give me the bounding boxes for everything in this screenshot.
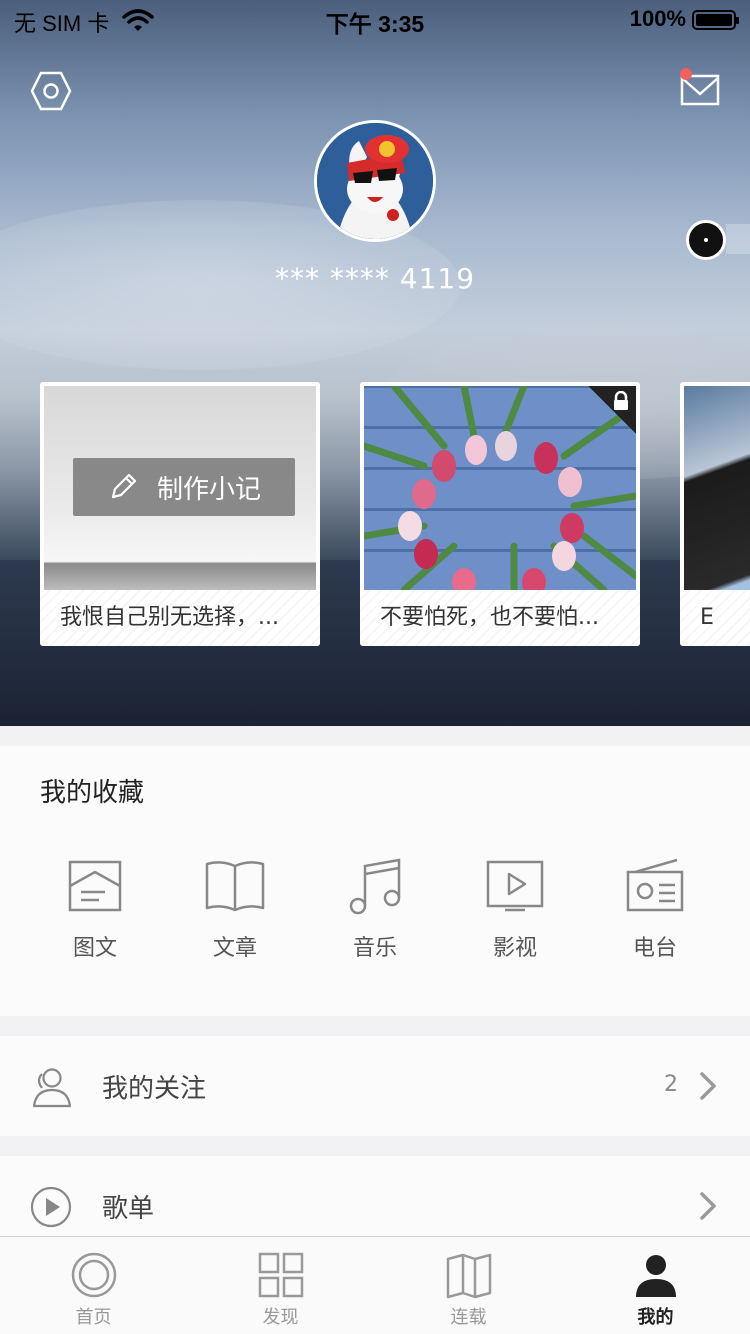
- card-caption: E: [680, 590, 750, 646]
- battery-percentage: 100%: [629, 6, 686, 31]
- tab-label: 我的: [637, 1307, 674, 1328]
- collection-item-label: 图文: [72, 936, 117, 961]
- lock-icon: [588, 386, 636, 434]
- play-circle-icon: [30, 1186, 72, 1228]
- tab-discover[interactable]: 发现: [187, 1237, 374, 1334]
- person-icon: [632, 1251, 680, 1299]
- chevron-right-icon: [698, 1070, 718, 1102]
- collection-item-label: 音乐: [352, 936, 397, 961]
- tab-label: 发现: [262, 1307, 299, 1328]
- book-open-icon: [445, 1251, 493, 1299]
- make-note-label: 制作小记: [156, 474, 261, 505]
- battery-icon: [692, 10, 739, 30]
- note-card[interactable]: 制作小记 我恨自己别无选择，...: [40, 382, 320, 646]
- note-image: [364, 386, 636, 590]
- video-icon: [485, 856, 545, 916]
- following-count: 2: [664, 1072, 678, 1097]
- music-player-tab: [726, 224, 750, 254]
- image-text-icon: [65, 856, 125, 916]
- note-image: 制作小记: [44, 386, 316, 590]
- card-caption: 不要怕死，也不要怕...: [360, 590, 640, 646]
- make-note-button[interactable]: 制作小记: [73, 458, 295, 516]
- following-label: 我的关注: [102, 1074, 207, 1104]
- tab-bar: 首页 发现 连载 我的: [0, 1236, 750, 1334]
- tab-label: 连载: [450, 1307, 487, 1328]
- collection-item-video[interactable]: 影视: [465, 856, 565, 962]
- my-following-row[interactable]: 我的关注 2: [0, 1036, 750, 1136]
- tab-label: 首页: [75, 1307, 112, 1328]
- note-image: [684, 386, 750, 590]
- music-note-icon: [345, 856, 405, 916]
- collection-item-label: 影视: [492, 936, 537, 961]
- username[interactable]: *** **** 4119: [0, 262, 750, 295]
- settings-icon[interactable]: [30, 70, 72, 112]
- profile-header: 无 SIM 卡 下午 3:35 100% *** **** 4119 制作小记 …: [0, 0, 750, 726]
- collection-item-image-text[interactable]: 图文: [45, 856, 145, 962]
- person-outline-icon: [30, 1066, 72, 1108]
- chevron-right-icon: [698, 1190, 718, 1222]
- tab-mine[interactable]: 我的: [562, 1237, 749, 1334]
- home-circle-icon: [70, 1251, 118, 1299]
- collection-item-article[interactable]: 文章: [185, 856, 285, 962]
- unread-dot: [680, 68, 692, 80]
- grid-icon: [257, 1251, 305, 1299]
- avatar[interactable]: [314, 120, 436, 242]
- book-icon: [205, 856, 265, 916]
- radio-icon: [625, 856, 685, 916]
- collection-item-label: 电台: [632, 936, 677, 961]
- collection-title: 我的收藏: [40, 778, 145, 808]
- collection-item-label: 文章: [212, 936, 257, 961]
- status-bar: 无 SIM 卡 下午 3:35 100%: [0, 0, 750, 40]
- music-disc-icon[interactable]: [686, 220, 726, 260]
- card-caption: 我恨自己别无选择，...: [40, 590, 320, 646]
- pencil-icon: [111, 473, 137, 499]
- note-card[interactable]: E: [680, 382, 750, 646]
- my-collection-section: 我的收藏 图文 文章 音乐 影视 电台: [0, 746, 750, 1016]
- tab-home[interactable]: 首页: [0, 1237, 187, 1334]
- note-card[interactable]: 不要怕死，也不要怕...: [360, 382, 640, 646]
- playlist-label: 歌单: [102, 1194, 155, 1224]
- tab-serial[interactable]: 连载: [375, 1237, 562, 1334]
- collection-item-music[interactable]: 音乐: [325, 856, 425, 962]
- collection-item-radio[interactable]: 电台: [605, 856, 705, 962]
